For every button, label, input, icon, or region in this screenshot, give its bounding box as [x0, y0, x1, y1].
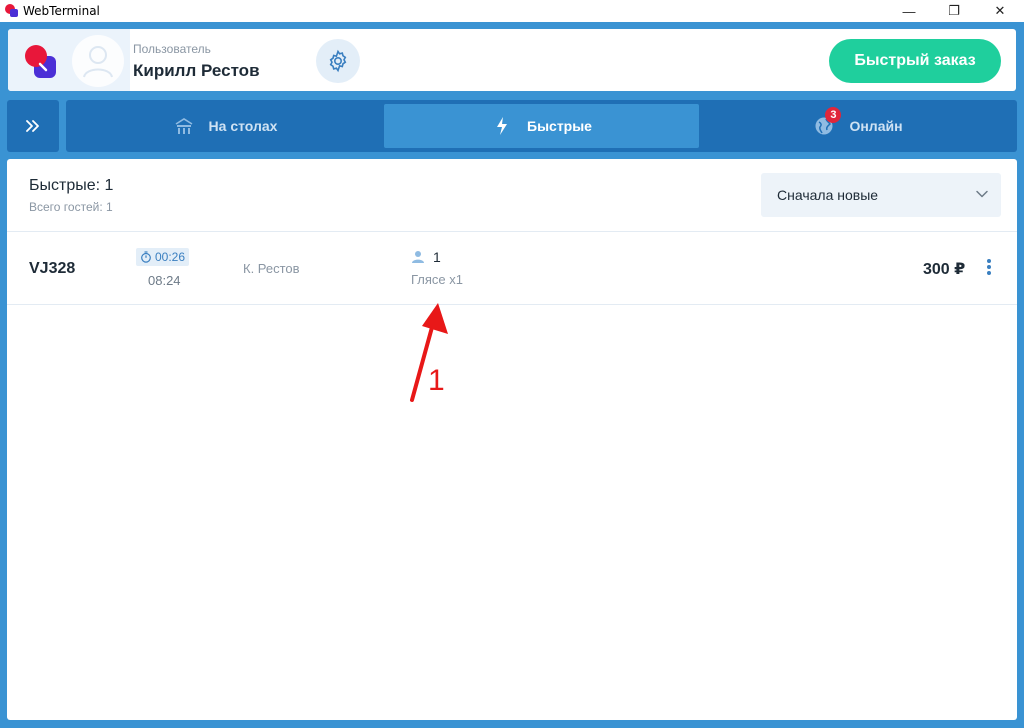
divider [7, 304, 1017, 305]
globe-icon: 3 [813, 107, 842, 137]
order-price: 300 ₽ [923, 261, 966, 278]
order-time: 08:24 [148, 273, 181, 288]
chevron-down-icon [976, 190, 988, 198]
more-options-button[interactable] [983, 256, 995, 278]
orders-panel: Быстрые: 1 Всего гостей: 1 Сначала новые… [7, 159, 1017, 720]
notification-badge: 3 [825, 107, 842, 123]
order-items: Глясе x1 [411, 272, 464, 287]
gear-icon [329, 49, 347, 73]
guest-count-value: 1 [433, 249, 441, 265]
user-name: Кирилл Рестов [133, 61, 260, 80]
guest-count: 1 [411, 249, 441, 265]
user-role-label: Пользователь [133, 42, 211, 56]
logo-area [8, 29, 130, 91]
expand-sidebar-button[interactable] [7, 100, 59, 152]
settings-button[interactable] [316, 39, 360, 83]
close-button[interactable]: ✕ [977, 0, 1023, 22]
tab-label: На столах [208, 118, 278, 134]
stopwatch-icon [141, 251, 151, 263]
quick-order-button[interactable]: Быстрый заказ [829, 39, 1001, 83]
order-row[interactable]: VJ328 00:26 08:24 К. Рестов 1 Глясе x1 3… [7, 232, 1017, 304]
double-chevron-right-icon [26, 120, 39, 132]
tab-label: Онлайн [849, 118, 903, 134]
header: Пользователь Кирилл Рестов Быстрый заказ [8, 29, 1016, 91]
maximize-button[interactable]: ❐ [931, 0, 977, 22]
orders-count-title: Быстрые: 1 [29, 177, 114, 194]
dot [987, 265, 991, 269]
tables-icon [173, 115, 195, 137]
window-title-bar: WebTerminal — ❐ ✕ [0, 0, 1024, 22]
dot [987, 259, 991, 263]
tab-tables[interactable]: На столах [70, 104, 380, 148]
avatar[interactable] [72, 35, 124, 87]
order-timer: 00:26 [136, 248, 190, 266]
tab-label: Быстрые [527, 118, 592, 134]
guests-total: Всего гостей: 1 [29, 200, 113, 214]
sort-selected-value: Сначала новые [777, 187, 879, 203]
sort-dropdown[interactable]: Сначала новые [761, 173, 1001, 217]
order-tabs: На столах Быстрые 3 Онлайн [66, 100, 1017, 152]
tab-online[interactable]: 3 Онлайн [703, 104, 1013, 148]
waiter-name: К. Рестов [243, 261, 300, 276]
user-silhouette-icon [83, 46, 113, 78]
timer-value: 00:26 [155, 250, 186, 264]
brand-logo-icon [25, 45, 56, 78]
dot [987, 271, 991, 275]
window-title: WebTerminal [23, 4, 100, 18]
app-frame: Пользователь Кирилл Рестов Быстрый заказ [0, 22, 1024, 728]
person-icon [412, 251, 424, 263]
tab-quick[interactable]: Быстрые [384, 104, 699, 148]
app-logo-icon [5, 4, 18, 17]
lightning-icon [491, 115, 513, 137]
order-id: VJ328 [29, 260, 76, 277]
annotation-label: 1 [428, 364, 445, 397]
minimize-button[interactable]: — [886, 0, 932, 22]
